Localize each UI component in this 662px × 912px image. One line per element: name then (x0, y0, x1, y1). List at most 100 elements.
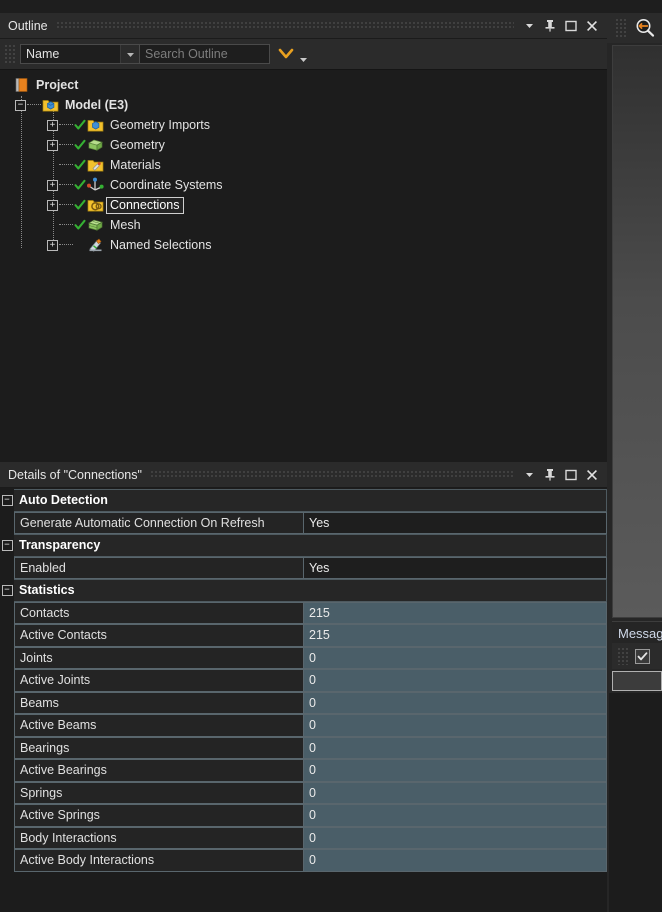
collapse-toggle[interactable]: − (1, 584, 13, 596)
details-property-row[interactable]: Enabled Yes (0, 556, 607, 579)
details-property-row[interactable]: Active Contacts 215 (0, 624, 607, 647)
coordinate-systems-icon (87, 177, 104, 193)
chevron-down-icon[interactable] (522, 468, 536, 482)
property-value: 0 (304, 691, 607, 714)
details-grid: − Auto Detection Generate Automatic Conn… (0, 488, 607, 872)
pin-icon[interactable] (543, 468, 557, 482)
details-property-row[interactable]: Bearings 0 (0, 736, 607, 759)
outline-tree[interactable]: Project − Model (E3) + Geometry Imports … (0, 70, 607, 462)
outline-panel: Outline Name Search Outline Project − Mo… (0, 13, 608, 462)
messages-list[interactable] (609, 693, 662, 912)
tree-item-named-selections[interactable]: + Named Selections (0, 235, 607, 255)
pin-icon[interactable] (543, 19, 557, 33)
row-gutter (0, 759, 14, 782)
expand-toggle[interactable]: + (47, 179, 58, 191)
tree-item-label: Mesh (110, 217, 141, 232)
details-property-row[interactable]: Active Bearings 0 (0, 759, 607, 782)
collapse-toggle[interactable]: − (1, 539, 13, 551)
row-gutter (0, 646, 14, 669)
details-property-row[interactable]: Active Body Interactions 0 (0, 849, 607, 872)
details-property-row[interactable]: Generate Automatic Connection On Refresh… (0, 511, 607, 534)
property-label: Bearings (14, 736, 304, 759)
property-value[interactable]: Yes (304, 511, 607, 534)
tree-item-label: Connections (106, 196, 184, 214)
property-label: Body Interactions (14, 826, 304, 849)
collapse-toggle[interactable]: − (1, 494, 13, 506)
outline-title: Outline (8, 18, 48, 33)
details-property-row[interactable]: Contacts 215 (0, 601, 607, 624)
tree-item-coordinate-systems[interactable]: + Coordinate Systems (0, 175, 607, 195)
maximize-icon[interactable] (564, 19, 578, 33)
toolbar-grip[interactable] (4, 44, 16, 64)
property-value: 0 (304, 669, 607, 692)
row-gutter (0, 781, 14, 804)
property-value: 215 (304, 601, 607, 624)
property-value: 0 (304, 804, 607, 827)
toolbar-overflow-chevron-icon[interactable] (299, 43, 308, 65)
outline-filter-combo[interactable]: Name (20, 44, 140, 64)
property-value: 0 (304, 759, 607, 782)
property-label: Contacts (14, 601, 304, 624)
tree-item-project[interactable]: Project (0, 75, 607, 95)
status-check-icon (74, 199, 86, 211)
outline-filter-value: Name (26, 47, 60, 61)
tree-item-geometry[interactable]: + Geometry (0, 135, 607, 155)
tree-item-label: Geometry (110, 137, 165, 152)
tree-item-geometry-imports[interactable]: + Geometry Imports (0, 115, 607, 135)
details-group-row[interactable]: − Auto Detection (0, 489, 607, 512)
property-label: Active Bearings (14, 759, 304, 782)
details-property-row[interactable]: Springs 0 (0, 781, 607, 804)
expand-all-chevron-icon[interactable] (278, 48, 294, 60)
zoom-to-fit-icon[interactable] (635, 18, 655, 38)
property-value: 0 (304, 736, 607, 759)
details-property-row[interactable]: Active Joints 0 (0, 669, 607, 692)
tree-item-mesh[interactable]: Mesh (0, 215, 607, 235)
details-property-row[interactable]: Active Springs 0 (0, 804, 607, 827)
outline-titlebar-grip[interactable] (55, 21, 514, 30)
details-property-row[interactable]: Beams 0 (0, 691, 607, 714)
ansys-mechanical-window: Outline Name Search Outline Project − Mo… (0, 0, 662, 912)
property-label: Active Beams (14, 714, 304, 737)
expand-toggle[interactable]: + (47, 239, 58, 251)
details-title-icons (522, 468, 603, 482)
close-icon[interactable] (585, 19, 599, 33)
tree-item-label: Project (36, 77, 79, 92)
messages-column-header[interactable] (612, 671, 662, 691)
details-property-row[interactable]: Joints 0 (0, 646, 607, 669)
row-gutter (0, 849, 14, 872)
chevron-down-icon[interactable] (120, 45, 139, 63)
geometry-imports-icon (87, 117, 104, 133)
messages-toolbar-grip[interactable] (617, 647, 629, 665)
row-gutter (0, 691, 14, 714)
details-group-row[interactable]: − Transparency (0, 534, 607, 557)
maximize-icon[interactable] (564, 468, 578, 482)
expand-toggle[interactable]: + (47, 119, 58, 131)
details-panel: Details of "Connections" − Auto Detectio… (0, 462, 608, 912)
tree-item-label: Coordinate Systems (110, 177, 223, 192)
collapse-toggle[interactable]: − (15, 99, 26, 111)
row-gutter (0, 826, 14, 849)
row-gutter (0, 556, 14, 579)
messages-filter-checkbox[interactable] (635, 648, 650, 664)
connections-icon (87, 197, 104, 213)
tree-item-materials[interactable]: Materials (0, 155, 607, 175)
viewport-toolbar-grip[interactable] (615, 18, 627, 38)
tree-item-connections[interactable]: + Connections (0, 195, 607, 215)
details-group-row[interactable]: − Statistics (0, 579, 607, 602)
search-input[interactable] (140, 44, 270, 64)
tree-item-model[interactable]: − Model (E3) (0, 95, 607, 115)
close-icon[interactable] (585, 468, 599, 482)
named-selections-icon (87, 237, 104, 253)
property-label: Beams (14, 691, 304, 714)
details-titlebar-grip[interactable] (149, 470, 514, 479)
chevron-down-icon[interactable] (522, 19, 536, 33)
graphics-viewport[interactable] (612, 45, 662, 618)
expand-toggle[interactable]: + (47, 139, 58, 151)
property-value[interactable]: Yes (304, 556, 607, 579)
property-label: Generate Automatic Connection On Refresh (14, 511, 304, 534)
details-title-bar: Details of "Connections" (0, 462, 607, 488)
details-property-row[interactable]: Active Beams 0 (0, 714, 607, 737)
expand-toggle[interactable]: + (47, 199, 58, 211)
details-property-row[interactable]: Body Interactions 0 (0, 826, 607, 849)
viewport-toolbar (607, 13, 662, 43)
